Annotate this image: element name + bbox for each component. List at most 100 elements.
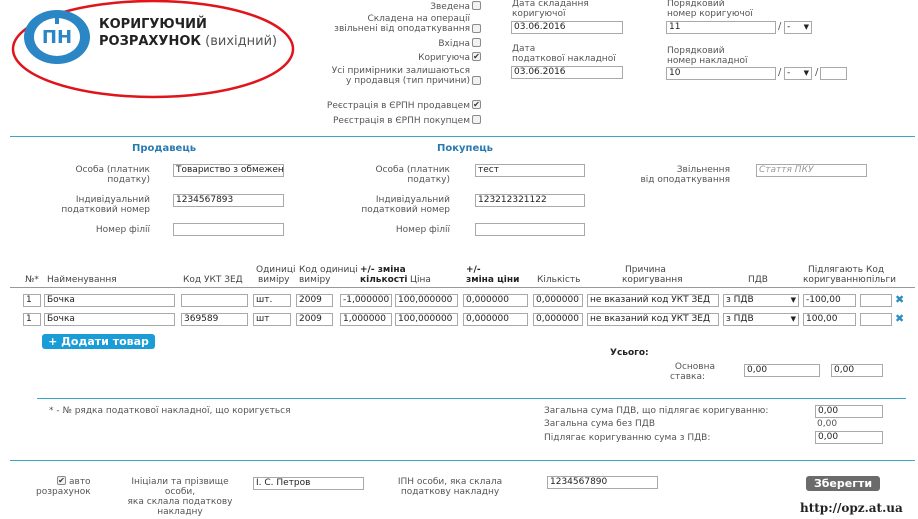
seller-ipn-input[interactable]: 1234567893 xyxy=(173,194,284,207)
row-unit-input[interactable]: шт. xyxy=(253,294,291,307)
col-benefit-1: Код xyxy=(866,265,885,275)
chevron-down-icon: ▼ xyxy=(790,296,796,304)
seller-branch-label: Номер філії xyxy=(95,225,150,235)
col-subject-2: коригуванню xyxy=(803,275,866,285)
zvedena-checkbox[interactable] xyxy=(472,1,481,10)
without-vat-label: Загальна сума без ПДВ xyxy=(544,419,655,429)
delete-row-icon[interactable]: ✖ xyxy=(895,312,904,325)
auto-calc-label-1: авто xyxy=(69,477,91,487)
buyer-branch-label: Номер філії xyxy=(395,225,450,235)
chevron-down-icon: ▼ xyxy=(790,315,796,323)
date-corr-input[interactable]: 03.06.2016 xyxy=(511,21,623,34)
date-corr-label-1: Дата складання xyxy=(512,0,589,9)
seller-heading: Продавець xyxy=(132,143,197,154)
num-inv-branch-input[interactable] xyxy=(820,67,847,80)
watermark: http://opz.at.ua xyxy=(800,501,903,515)
num-inv-label-1: Порядковий xyxy=(667,46,725,56)
row-pricechange-input[interactable]: 0,000000 xyxy=(463,294,528,307)
row-qty-input[interactable]: 0,000000 xyxy=(533,313,583,326)
col-num: №* xyxy=(25,275,39,285)
row-uktzed-input[interactable] xyxy=(181,294,248,307)
koryhuyucha-label: Коригуюча xyxy=(418,53,470,63)
row-num-input[interactable]: 1 xyxy=(23,294,41,307)
row-num-input[interactable]: 1 xyxy=(23,313,41,326)
row-qtychange-input[interactable]: -1,000000 xyxy=(340,294,392,307)
buyer-person-input[interactable]: тест xyxy=(475,164,585,177)
koryhuyucha-checkbox[interactable]: ✔ xyxy=(472,52,481,61)
basic-rate-label-1: Основна xyxy=(674,362,715,372)
vkhidna-checkbox[interactable] xyxy=(472,38,481,47)
copies-checkbox[interactable] xyxy=(472,76,481,85)
col-pricechange-2: зміна ціни xyxy=(466,275,520,285)
row-vat-select[interactable]: з ПДВ ▼ xyxy=(723,313,799,326)
chevron-down-icon: ▼ xyxy=(803,23,809,31)
initials-input[interactable]: І. С. Петров xyxy=(253,477,364,490)
row-pricechange-input[interactable]: 0,000000 xyxy=(463,313,528,326)
totals-heading: Усього: xyxy=(610,348,649,358)
col-unit-2: виміру xyxy=(258,275,290,285)
num-inv-label-2: номер накладної xyxy=(667,56,748,66)
exempt-label-2: від оподаткування xyxy=(640,175,730,185)
num-corr-select[interactable]: - ▼ xyxy=(784,21,812,34)
col-reason-1: Причина xyxy=(625,265,666,275)
col-unitcode-1: Код одиниці xyxy=(299,265,358,275)
row-benefit-input[interactable] xyxy=(860,294,892,307)
buyer-branch-input[interactable] xyxy=(475,223,585,236)
num-inv-input[interactable]: 10 xyxy=(666,67,776,80)
save-button[interactable]: Зберегти xyxy=(806,476,880,491)
delete-row-icon[interactable]: ✖ xyxy=(895,293,904,306)
page-title: КОРИГУЮЧИЙ РОЗРАХУНОК (вихідний) xyxy=(99,16,277,50)
erpn-buyer-label: Реєстрація в ЄРПН покупцем xyxy=(333,116,470,126)
date-inv-label-1: Дата xyxy=(512,44,536,54)
erpn-buyer-checkbox[interactable] xyxy=(472,115,481,124)
exempt-input[interactable]: Стаття ПКУ xyxy=(756,164,867,177)
title-line1: КОРИГУЮЧИЙ xyxy=(99,17,207,32)
auto-calc-checkbox[interactable]: ✔ xyxy=(57,476,66,485)
row-reason-input[interactable]: не вказаний код УКТ ЗЕД xyxy=(587,294,719,307)
erpn-seller-checkbox[interactable]: ✔ xyxy=(472,100,481,109)
row-unit-input[interactable]: шт xyxy=(253,313,291,326)
row-vat-select[interactable]: з ПДВ ▼ xyxy=(723,294,799,307)
row-price-input[interactable]: 100,000000 xyxy=(395,313,458,326)
row-name-input[interactable]: Бочка xyxy=(44,313,175,326)
vat-total-input[interactable]: 0,00 xyxy=(815,405,883,418)
basic-rate-amount[interactable]: 0,00 xyxy=(744,364,820,377)
operations-checkbox[interactable] xyxy=(472,24,481,33)
buyer-ipn-label-1: Індивідуальний xyxy=(375,195,450,205)
row-price-input[interactable]: 100,000000 xyxy=(395,294,458,307)
zvedena-label: Зведена xyxy=(430,2,470,12)
buyer-ipn-label-2: податковий номер xyxy=(361,205,450,215)
row-qty-input[interactable]: 0,000000 xyxy=(533,294,583,307)
col-qtychange-1: +/- зміна xyxy=(360,265,406,275)
basic-rate-vat[interactable]: 0,00 xyxy=(831,364,883,377)
initials-label-4: накладну xyxy=(157,507,203,517)
row-qtychange-input[interactable]: 1,000000 xyxy=(340,313,392,326)
table-header-divider xyxy=(10,287,915,288)
seller-person-input[interactable]: Товариство з обмежен xyxy=(173,164,284,177)
table-row: 1 Бочка 369589 шт 2009 1,000000 100,0000… xyxy=(0,312,918,327)
row-subject-input[interactable]: -100,00 xyxy=(803,294,856,307)
with-vat-label: Підлягає коригуванню сума з ПДВ: xyxy=(544,433,711,443)
buyer-ipn-input[interactable]: 123212321122 xyxy=(475,194,585,207)
col-pricechange-1: +/- xyxy=(466,265,481,275)
footer-ipn-label-2: податкову накладну xyxy=(400,487,500,497)
row-reason-input[interactable]: не вказаний код УКТ ЗЕД xyxy=(587,313,719,326)
num-inv-select[interactable]: - ▼ xyxy=(784,67,812,80)
num-corr-input[interactable]: 11 xyxy=(666,21,776,34)
row-benefit-input[interactable] xyxy=(860,313,892,326)
row-unitcode-input[interactable]: 2009 xyxy=(296,294,333,307)
divider xyxy=(37,398,906,399)
auto-calc-label-2: розрахунок xyxy=(36,487,91,497)
row-uktzed-input[interactable]: 369589 xyxy=(181,313,248,326)
row-unitcode-input[interactable]: 2009 xyxy=(296,313,333,326)
exempt-label-1: Звільнення xyxy=(676,165,730,175)
seller-branch-input[interactable] xyxy=(173,223,284,236)
num-corr-label-1: Порядковий xyxy=(667,0,725,9)
footer-ipn-input[interactable]: 1234567890 xyxy=(547,476,658,489)
date-inv-input[interactable]: 03.06.2016 xyxy=(511,66,623,79)
add-item-button[interactable]: + Додати товар xyxy=(42,334,155,349)
row-subject-input[interactable]: 100,00 xyxy=(803,313,856,326)
row-name-input[interactable]: Бочка xyxy=(44,294,175,307)
col-unit-1: Одиниці xyxy=(256,265,296,275)
with-vat-input[interactable]: 0,00 xyxy=(815,431,883,444)
